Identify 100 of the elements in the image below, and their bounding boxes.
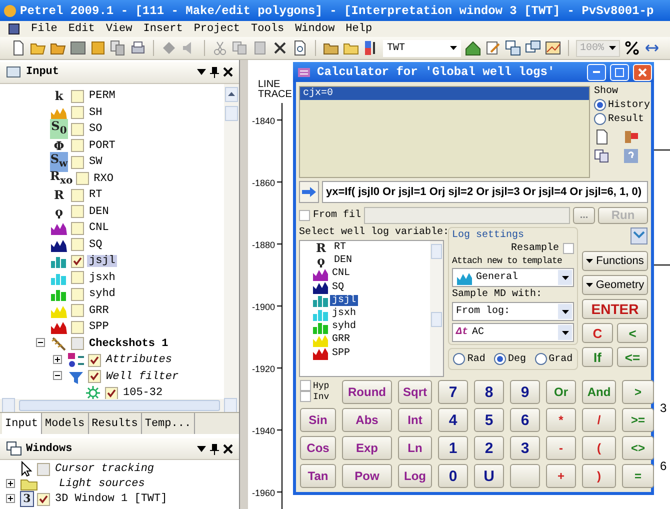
menu-item[interactable]: Edit	[68, 23, 95, 35]
save-icon[interactable]	[90, 40, 106, 56]
calc-key[interactable]: (	[582, 436, 616, 460]
checkbox[interactable]	[71, 90, 84, 103]
delete-icon[interactable]	[622, 129, 638, 145]
calc-key[interactable]: Round	[342, 380, 392, 404]
app-menu-icon[interactable]	[8, 23, 20, 35]
tree-item[interactable]: jsxh	[87, 272, 118, 284]
variable-item[interactable]: CNL	[330, 268, 352, 280]
dropdown-icon[interactable]	[197, 446, 206, 452]
expand-toggle[interactable]	[53, 354, 62, 364]
scroll-thumb[interactable]	[225, 106, 238, 121]
panel-tab[interactable]: Input	[2, 413, 42, 434]
panel-tab[interactable]: Temp...	[142, 413, 196, 434]
tree-item[interactable]: DEN	[87, 206, 111, 218]
print-icon[interactable]	[130, 40, 146, 56]
checkbox[interactable]	[37, 462, 50, 476]
domain-dropdown[interactable]: TWT	[383, 40, 461, 56]
tree-item[interactable]: SH	[87, 106, 104, 119]
calc-key[interactable]: Int	[398, 408, 432, 432]
insert-button[interactable]	[299, 181, 319, 203]
calc-key[interactable]: 7	[438, 380, 468, 404]
calc-key[interactable]: Tan	[300, 464, 336, 488]
calc-key[interactable]: <=	[617, 347, 648, 367]
checkbox[interactable]	[71, 222, 84, 235]
calc-key[interactable]: -	[546, 436, 576, 460]
calc-key[interactable]: )	[582, 464, 616, 488]
tree-item[interactable]: Checkshots 1	[87, 338, 170, 350]
calc-key[interactable]: 3	[510, 436, 540, 460]
variable-item[interactable]: jsjl	[330, 294, 358, 306]
calc-key[interactable]: Or	[546, 380, 576, 404]
tree-item[interactable]: 3D Window 1 [TWT]	[53, 493, 170, 506]
diamond-icon[interactable]	[161, 40, 177, 56]
well-settings-icon[interactable]	[630, 227, 648, 245]
calc-key[interactable]: And	[582, 380, 616, 404]
copy-icon[interactable]	[594, 148, 610, 164]
tree-item[interactable]: SQ	[87, 238, 104, 251]
tree-item[interactable]: Well filter	[104, 370, 181, 383]
variable-item[interactable]: GRR	[330, 334, 352, 346]
checkbox[interactable]	[105, 386, 118, 400]
checkbox[interactable]	[71, 156, 84, 169]
close-icon[interactable]	[223, 444, 233, 454]
checkbox[interactable]	[71, 320, 84, 334]
tree-item[interactable]: PERM	[87, 90, 118, 102]
calc-key[interactable]: Log	[398, 464, 432, 488]
file-path-field[interactable]	[364, 206, 570, 224]
panel-tab[interactable]: Models	[42, 413, 89, 434]
checkbox[interactable]	[71, 122, 84, 136]
variable-item[interactable]: SPP	[330, 348, 352, 359]
checkbox[interactable]	[71, 139, 84, 152]
radio-button[interactable]	[594, 113, 606, 125]
menu-item[interactable]: Project	[194, 23, 240, 35]
menu-item[interactable]: View	[106, 23, 132, 35]
tree-item[interactable]: syhd	[87, 288, 118, 300]
calc-key[interactable]: 0	[438, 464, 468, 488]
checkbox[interactable]	[71, 238, 84, 252]
expression-field[interactable]: yx=If( jsjl0 Or jsjl=1 Orj sjl=2 Or jsjl=3 Or jsjl=4 Or jsjl=6, 1, 0)	[322, 181, 648, 203]
checkbox[interactable]	[88, 370, 101, 384]
checkbox[interactable]	[563, 243, 574, 254]
edit-icon[interactable]	[485, 40, 501, 56]
tree-item[interactable]: RT	[87, 189, 104, 202]
calc-key[interactable]	[510, 464, 540, 488]
variable-item[interactable]: jsxh	[330, 308, 358, 320]
copy-icon[interactable]	[110, 40, 126, 56]
checkbox[interactable]	[37, 492, 50, 506]
tree-item[interactable]: CNL	[87, 222, 111, 234]
calc-key[interactable]: Pow	[342, 464, 392, 488]
chart-window-icon[interactable]	[545, 40, 561, 56]
checkbox[interactable]	[71, 254, 84, 268]
dropdown-icon[interactable]	[197, 69, 206, 76]
checkbox[interactable]	[71, 337, 84, 350]
minimize-button[interactable]	[587, 64, 606, 80]
calc-key[interactable]: *	[546, 408, 576, 432]
calc-key[interactable]: C	[582, 323, 613, 343]
maximize-button[interactable]	[610, 64, 629, 80]
windows-icon[interactable]	[505, 40, 521, 56]
percent-icon[interactable]	[624, 40, 640, 56]
calc-key[interactable]: U	[474, 464, 504, 488]
calc-key[interactable]: <	[617, 323, 648, 343]
menu-item[interactable]: Insert	[143, 23, 183, 35]
sample-dropdown[interactable]: From log:	[452, 302, 574, 321]
radio-button[interactable]	[494, 353, 506, 365]
tree-item[interactable]: SPP	[87, 321, 111, 334]
calc-key[interactable]: <>	[622, 436, 654, 460]
scroll-thumb[interactable]	[431, 312, 442, 327]
calc-key[interactable]: Abs	[342, 408, 392, 432]
tree-item[interactable]: GRR	[87, 304, 111, 317]
scroll-up-button[interactable]	[225, 86, 238, 102]
calc-key[interactable]: Sin	[300, 408, 336, 432]
tree-item[interactable]: jsjl	[87, 255, 118, 268]
checkbox[interactable]	[71, 304, 84, 318]
menu-item[interactable]: Help	[346, 23, 372, 35]
new-page-icon[interactable]	[594, 129, 610, 145]
calc-key[interactable]: 8	[474, 380, 504, 404]
menu-item[interactable]: File	[31, 23, 58, 35]
calc-key[interactable]: >=	[622, 408, 654, 432]
radio-button[interactable]	[453, 353, 466, 365]
checkbox[interactable]	[299, 210, 310, 220]
calc-key[interactable]: >	[622, 380, 654, 404]
checkbox[interactable]	[71, 188, 84, 202]
